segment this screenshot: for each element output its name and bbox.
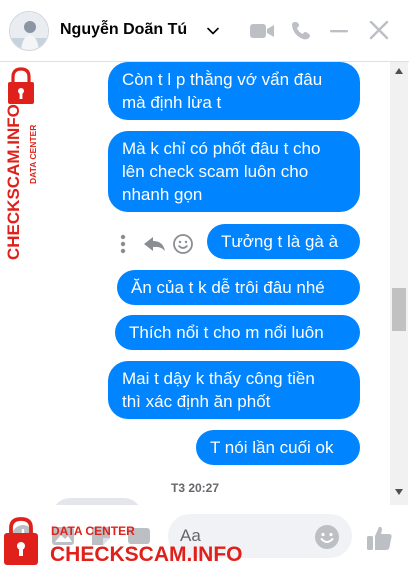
padlock-icon [4, 517, 38, 565]
message-line: thì xác định ăn phốt [122, 392, 271, 411]
message-bubble[interactable]: Còn t l p thằng vớ vẩn đâu mà định lừa t [108, 62, 360, 120]
scroll-down-icon[interactable] [393, 487, 405, 497]
more-options-icon[interactable] [120, 234, 126, 254]
thumbs-up-icon[interactable] [364, 523, 394, 553]
message-line: mà định lừa t [122, 93, 222, 112]
close-icon[interactable] [366, 19, 392, 43]
video-call-icon[interactable] [249, 19, 275, 43]
message-thread[interactable]: Còn t l p thằng vớ vẩn đâu mà định lừa t… [0, 62, 409, 505]
minimize-icon[interactable] [326, 19, 352, 43]
message-bubble[interactable]: T nói lần cuối ok [196, 430, 360, 465]
chat-header: Nguyễn Doãn Tú [0, 0, 409, 62]
message-bubble[interactable]: Ăn của t k dễ trôi đâu nhé [117, 270, 360, 305]
watermark-brand: CHECKSCAM.INFO [50, 543, 243, 566]
padlock-icon [8, 67, 34, 104]
watermark-brand-vertical: CHECKSCAM.INFO [4, 104, 23, 260]
message-line: Mai t dậy k thấy công tiền [122, 369, 315, 388]
message-bubble[interactable]: Mà k chỉ có phốt đâu t cho lên check sca… [108, 131, 360, 212]
watermark-subtitle: DATA CENTER [51, 524, 135, 538]
watermark-horizontal: DATA CENTER CHECKSCAM.INFO [0, 516, 260, 571]
watermark-subtitle-vertical: DATA CENTER [28, 125, 38, 184]
scrollbar-thumb[interactable] [392, 288, 406, 331]
scrollbar[interactable] [390, 62, 408, 505]
message-bubble[interactable]: Thích nổi t cho m nổi luôn [115, 315, 360, 350]
message-line: Ăn của t k dễ trôi đâu nhé [131, 278, 325, 297]
scroll-up-icon[interactable] [393, 66, 405, 76]
message-timestamp: T3 20:27 [170, 481, 220, 495]
message-line: lên check scam luôn cho [122, 162, 309, 181]
incoming-message-bubble[interactable] [52, 498, 142, 505]
message-line: Thích nổi t cho m nổi luôn [129, 323, 324, 342]
message-line: nhanh gọn [122, 185, 203, 204]
message-line: T nói lần cuối ok [210, 438, 334, 457]
emoji-icon[interactable] [314, 524, 340, 550]
message-line: Tưởng t là gà à [221, 232, 339, 251]
avatar[interactable] [9, 11, 49, 51]
message-bubble[interactable]: Tưởng t là gà à [207, 224, 360, 259]
message-line: Mà k chỉ có phốt đâu t cho [122, 139, 321, 158]
watermark-vertical: CHECKSCAM.INFO DATA CENTER [0, 66, 46, 266]
contact-name[interactable]: Nguyễn Doãn Tú [60, 21, 187, 39]
message-bubble[interactable]: Mai t dậy k thấy công tiền thì xác định … [108, 361, 360, 419]
message-line: Còn t l p thằng vớ vẩn đâu [122, 70, 323, 89]
message-actions [117, 232, 197, 256]
phone-icon[interactable] [289, 19, 315, 43]
chevron-down-icon[interactable] [206, 24, 220, 38]
reply-icon[interactable] [144, 237, 165, 251]
react-emoji-icon[interactable] [173, 234, 193, 254]
